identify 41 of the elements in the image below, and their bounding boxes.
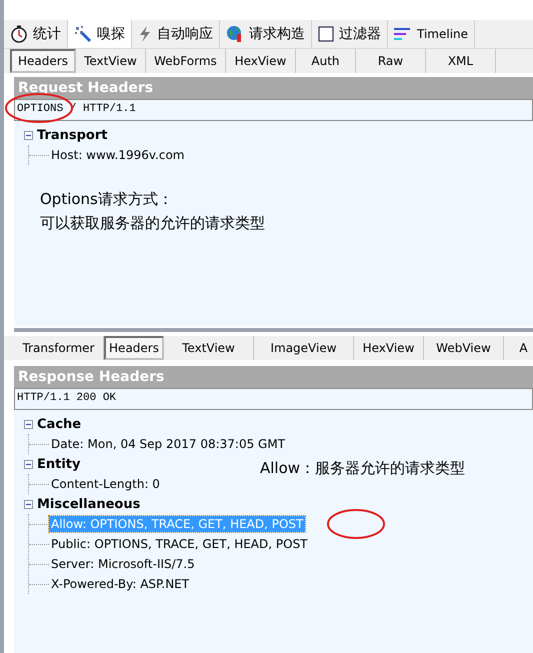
annotation-text: 可以获取服务器的允许的请求类型: [40, 213, 266, 234]
inspector-tab[interactable]: TextView: [164, 336, 254, 360]
inspector-tab[interactable]: HexView: [354, 336, 424, 360]
highlight-ellipse: [326, 508, 386, 540]
section-title: Response Headers: [14, 366, 533, 388]
annotation-text: Options请求方式：: [40, 189, 174, 210]
header-item[interactable]: Server: Microsoft-IIS/7.5: [49, 556, 197, 572]
inspector-tab[interactable]: Raw: [356, 49, 426, 73]
timeline-icon: [394, 27, 412, 41]
globe-icon: [226, 25, 244, 43]
section-title: Request Headers: [14, 77, 533, 99]
group-name[interactable]: Miscellaneous: [37, 496, 140, 512]
wand-icon: [74, 25, 92, 43]
collapse-icon[interactable]: [24, 130, 33, 140]
stopwatch-icon: [10, 25, 28, 43]
inspector-tab[interactable]: XML: [426, 49, 496, 73]
inspector-tab[interactable]: HexView: [226, 49, 296, 73]
checkbox-icon: [318, 26, 334, 42]
group-name[interactable]: Entity: [37, 456, 80, 472]
lightning-icon: [138, 25, 152, 43]
inspector-tab[interactable]: Headers: [104, 336, 164, 360]
inspector-tab[interactable]: ImageView: [254, 336, 354, 360]
header-item[interactable]: Host: www.1996v.com: [49, 147, 186, 163]
inspector-tab[interactable]: Headers: [10, 49, 76, 73]
header-item[interactable]: X-Powered-By: ASP.NET: [49, 576, 192, 592]
header-item[interactable]: Date: Mon, 04 Sep 2017 08:37:05 GMT: [49, 436, 288, 452]
collapse-icon[interactable]: [24, 420, 33, 429]
inspector-tab[interactable]: WebForms: [146, 49, 226, 73]
inspector-tab[interactable]: Auth: [296, 49, 356, 73]
header-item[interactable]: Public: OPTIONS, TRACE, GET, HEAD, POST: [49, 536, 310, 552]
header-item[interactable]: Content-Length: 0: [49, 476, 162, 492]
group-name[interactable]: Cache: [37, 416, 82, 432]
collapse-icon[interactable]: [24, 500, 33, 509]
inspector-tab[interactable]: WebView: [424, 336, 504, 360]
collapse-icon[interactable]: [24, 460, 33, 469]
inspector-tab[interactable]: TextView: [76, 49, 146, 73]
inspector-tab[interactable]: A: [504, 336, 533, 360]
group-name[interactable]: Transport: [37, 128, 108, 142]
main-tab[interactable]: 嗅探: [68, 20, 132, 48]
highlight-ellipse: [4, 92, 74, 124]
annotation-text: Allow：服务器允许的请求类型: [260, 458, 466, 480]
